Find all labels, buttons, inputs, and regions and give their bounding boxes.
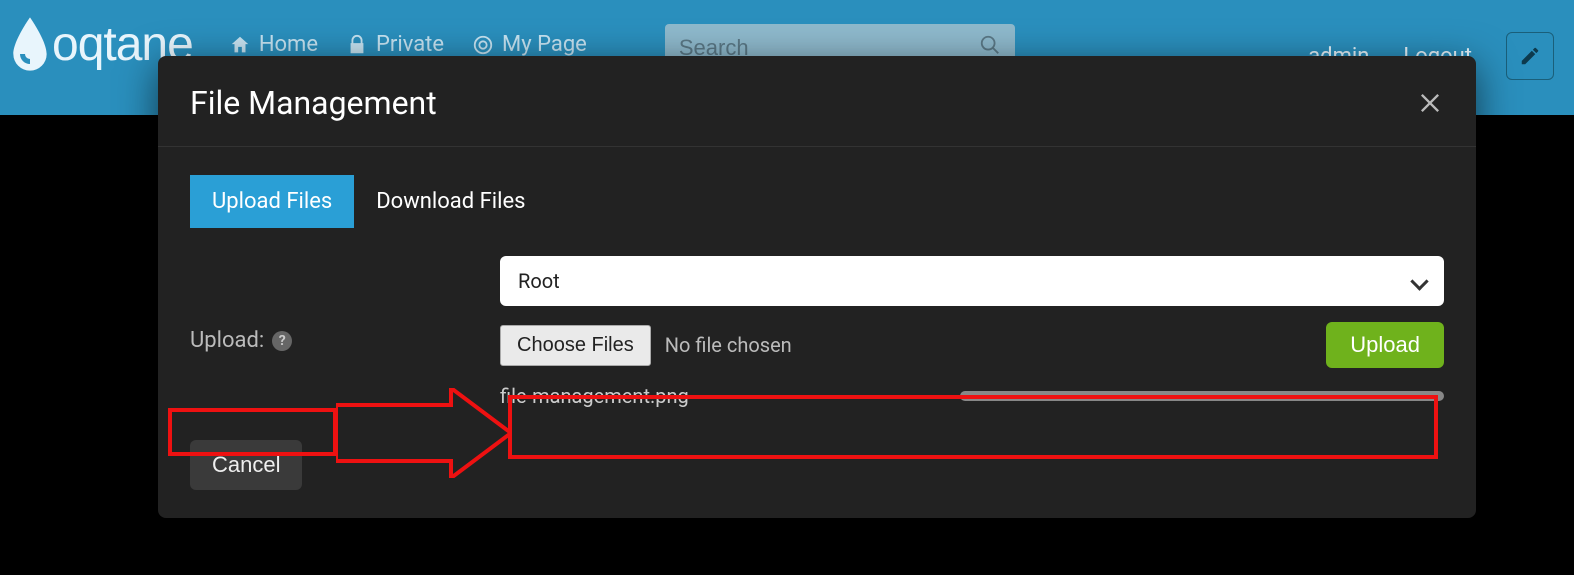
target-icon	[472, 34, 494, 56]
tab-download-files[interactable]: Download Files	[354, 175, 547, 228]
pencil-icon	[1519, 45, 1541, 67]
nav-mypage[interactable]: My Page	[472, 32, 587, 57]
upload-progress-bar	[960, 391, 1444, 401]
chevron-down-icon	[1410, 272, 1428, 290]
nav-label: Home	[259, 32, 318, 57]
upload-label-text: Upload:	[190, 328, 264, 353]
home-icon	[229, 34, 251, 56]
cancel-button[interactable]: Cancel	[190, 440, 302, 490]
tab-upload-files[interactable]: Upload Files	[190, 175, 354, 228]
modal-title: File Management	[190, 84, 437, 122]
nav-private[interactable]: Private	[346, 32, 444, 57]
uploading-filename: file-management.png	[500, 384, 940, 408]
folder-select[interactable]: Root	[500, 256, 1444, 306]
modal-header: File Management	[158, 56, 1476, 147]
nav-label: Private	[376, 32, 444, 57]
choose-files-button[interactable]: Choose Files	[500, 325, 651, 366]
folder-selected-value: Root	[518, 269, 560, 293]
nav-home[interactable]: Home	[229, 32, 318, 57]
nav-label: My Page	[502, 32, 587, 57]
no-file-chosen-text: No file chosen	[665, 333, 792, 357]
tabs: Upload Files Download Files	[158, 147, 1476, 228]
edit-button[interactable]	[1506, 32, 1554, 80]
lock-icon	[346, 34, 368, 56]
close-icon	[1416, 89, 1444, 117]
help-icon[interactable]: ?	[272, 331, 292, 351]
upload-button[interactable]: Upload	[1326, 322, 1444, 368]
droplet-icon	[10, 16, 50, 72]
close-button[interactable]	[1416, 89, 1444, 117]
file-management-modal: File Management Upload Files Download Fi…	[158, 56, 1476, 518]
upload-label: Upload: ?	[190, 322, 500, 353]
